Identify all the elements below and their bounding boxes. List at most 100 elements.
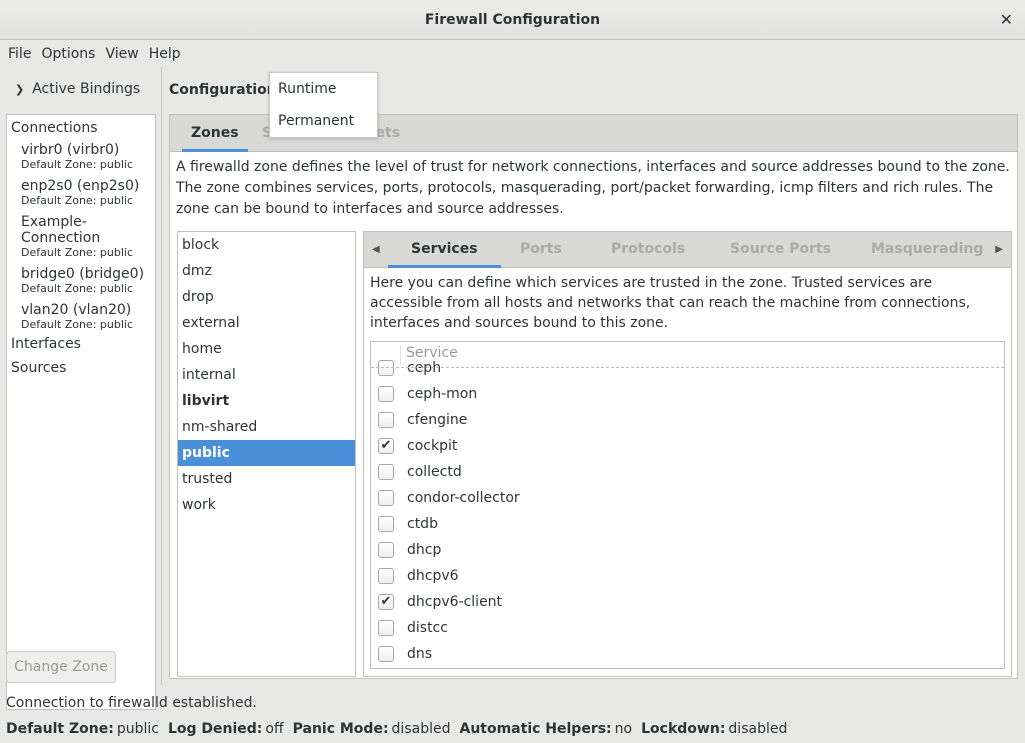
service-row[interactable]: ✔ dhcpv6-client <box>371 589 1004 615</box>
option-permanent[interactable]: Permanent <box>270 105 377 137</box>
service-name: cfengine <box>407 412 468 428</box>
service-row[interactable]: ctdb <box>371 511 1004 537</box>
connection-item[interactable]: enp2s0 (enp2s0) Default Zone: public <box>7 172 155 208</box>
zone-item-block[interactable]: block <box>178 232 355 258</box>
zone-item-drop[interactable]: drop <box>178 284 355 310</box>
service-name: dns <box>407 646 433 662</box>
tab-ports[interactable]: Ports <box>520 232 562 268</box>
close-icon[interactable]: ✕ <box>1000 0 1013 40</box>
info-value: disabled <box>728 721 788 737</box>
zone-item-internal[interactable]: internal <box>178 362 355 388</box>
menu-options[interactable]: Options <box>36 46 100 62</box>
connection-item[interactable]: virbr0 (virbr0) Default Zone: public <box>7 136 155 172</box>
info-value: public <box>116 721 159 737</box>
connection-item[interactable]: vlan20 (vlan20) Default Zone: public <box>7 296 155 332</box>
info-label: Default Zone: <box>6 721 114 737</box>
option-runtime[interactable]: Runtime <box>270 73 377 105</box>
table-header: Service <box>371 342 1004 368</box>
service-name: collectd <box>407 464 462 480</box>
zone-list: block dmz drop external home internal libvirt n… <box>177 231 356 677</box>
checkbox-unchecked[interactable] <box>378 490 394 506</box>
tab-source-ports[interactable]: Source Ports <box>730 232 831 268</box>
configuration-label: Configuration: <box>169 82 283 98</box>
zone-item-work[interactable]: work <box>178 492 355 518</box>
connection-name: enp2s0 (enp2s0) <box>21 178 140 194</box>
connection-zone: Default Zone: public <box>21 246 133 259</box>
connections-header[interactable]: Connections <box>7 115 155 136</box>
info-value: disabled <box>391 721 451 737</box>
info-value: no <box>614 721 633 737</box>
menu-file[interactable]: File <box>3 46 36 62</box>
scroll-left-icon[interactable]: ◀ <box>372 232 380 268</box>
service-row[interactable]: ceph-mon <box>371 381 1004 407</box>
info-label: Automatic Helpers: <box>459 721 612 737</box>
interfaces-header[interactable]: Interfaces <box>7 332 155 352</box>
info-label: Panic Mode: <box>292 721 389 737</box>
tab-masquerading[interactable]: Masquerading <box>871 232 983 268</box>
active-bindings-label: Active Bindings <box>32 81 141 97</box>
connection-zone: Default Zone: public <box>21 282 133 295</box>
service-row[interactable]: dhcpv6 <box>371 563 1004 589</box>
connection-item[interactable]: bridge0 (bridge0) Default Zone: public <box>7 260 155 296</box>
zone-item-nm-shared[interactable]: nm-shared <box>178 414 355 440</box>
menu-view[interactable]: View <box>100 46 143 62</box>
window-title: Firewall Configuration <box>424 12 601 28</box>
service-name: dhcpv6 <box>407 568 459 584</box>
service-row[interactable]: dns <box>371 641 1004 667</box>
connection-item[interactable]: Example-Connection Default Zone: public <box>7 208 155 260</box>
zone-item-libvirt[interactable]: libvirt <box>178 388 355 414</box>
zone-tabs: ◀ Services Ports Protocols Source Ports … <box>364 232 1011 268</box>
connection-zone: Default Zone: public <box>21 158 133 171</box>
checkbox-unchecked[interactable] <box>378 646 394 662</box>
service-name: condor-collector <box>407 490 520 506</box>
tab-zones[interactable]: Zones <box>182 115 248 152</box>
service-row[interactable]: ✔ cockpit <box>371 433 1004 459</box>
connection-name: Example-Connection <box>21 214 101 246</box>
connection-zone: Default Zone: public <box>21 318 133 331</box>
checkbox-checked[interactable]: ✔ <box>378 438 394 454</box>
status-message: Connection to firewalld established. <box>6 695 257 711</box>
checkbox-unchecked[interactable] <box>378 412 394 428</box>
service-row[interactable]: dhcp <box>371 537 1004 563</box>
service-row[interactable]: distcc <box>371 615 1004 641</box>
active-bindings-toggle[interactable]: ❯ Active Bindings <box>15 81 140 97</box>
sources-header[interactable]: Sources <box>7 352 155 376</box>
title-bar: Firewall Configuration ✕ <box>0 0 1025 40</box>
service-name: distcc <box>407 620 448 636</box>
checkbox-unchecked[interactable] <box>378 568 394 584</box>
service-name: dhcp <box>407 542 442 558</box>
service-row[interactable]: cfengine <box>371 407 1004 433</box>
zone-item-dmz[interactable]: dmz <box>178 258 355 284</box>
connection-zone: Default Zone: public <box>21 194 133 207</box>
zone-item-external[interactable]: external <box>178 310 355 336</box>
services-table: Service ceph ceph-mon cfengine ✔ cockpit coll… <box>370 341 1005 669</box>
left-panel: ❯ Active Bindings Connections virbr0 (vir… <box>0 67 162 710</box>
zone-description: A firewalld zone defines the level of tr… <box>176 159 1010 217</box>
connection-name: virbr0 (virbr0) <box>21 142 120 158</box>
services-description: Here you can define which services are t… <box>370 275 971 331</box>
zone-item-public[interactable]: public <box>178 440 355 466</box>
info-value: off <box>265 721 284 737</box>
zone-item-home[interactable]: home <box>178 336 355 362</box>
checkbox-unchecked[interactable] <box>378 386 394 402</box>
tab-services[interactable]: Services <box>388 232 501 268</box>
connection-name: bridge0 (bridge0) <box>21 266 145 282</box>
chevron-down-icon: ❯ <box>15 83 25 96</box>
checkbox-unchecked[interactable] <box>378 620 394 636</box>
info-label: Log Denied: <box>167 721 263 737</box>
zone-item-trusted[interactable]: trusted <box>178 466 355 492</box>
checkbox-unchecked[interactable] <box>378 542 394 558</box>
connection-name: vlan20 (vlan20) <box>21 302 132 318</box>
checkbox-unchecked[interactable] <box>378 464 394 480</box>
tab-protocols[interactable]: Protocols <box>611 232 685 268</box>
main-panel: Zones Services IPSets A firewalld zone d… <box>169 114 1018 679</box>
checkbox-unchecked[interactable] <box>378 516 394 532</box>
checkbox-checked[interactable]: ✔ <box>378 594 394 610</box>
service-column-header[interactable]: Service <box>406 345 458 361</box>
service-row[interactable]: condor-collector <box>371 485 1004 511</box>
menu-help[interactable]: Help <box>144 46 186 62</box>
scroll-right-icon[interactable]: ▶ <box>995 232 1003 268</box>
service-row[interactable]: collectd <box>371 459 1004 485</box>
service-name: ceph-mon <box>407 386 478 402</box>
change-zone-button[interactable]: Change Zone <box>6 651 116 683</box>
